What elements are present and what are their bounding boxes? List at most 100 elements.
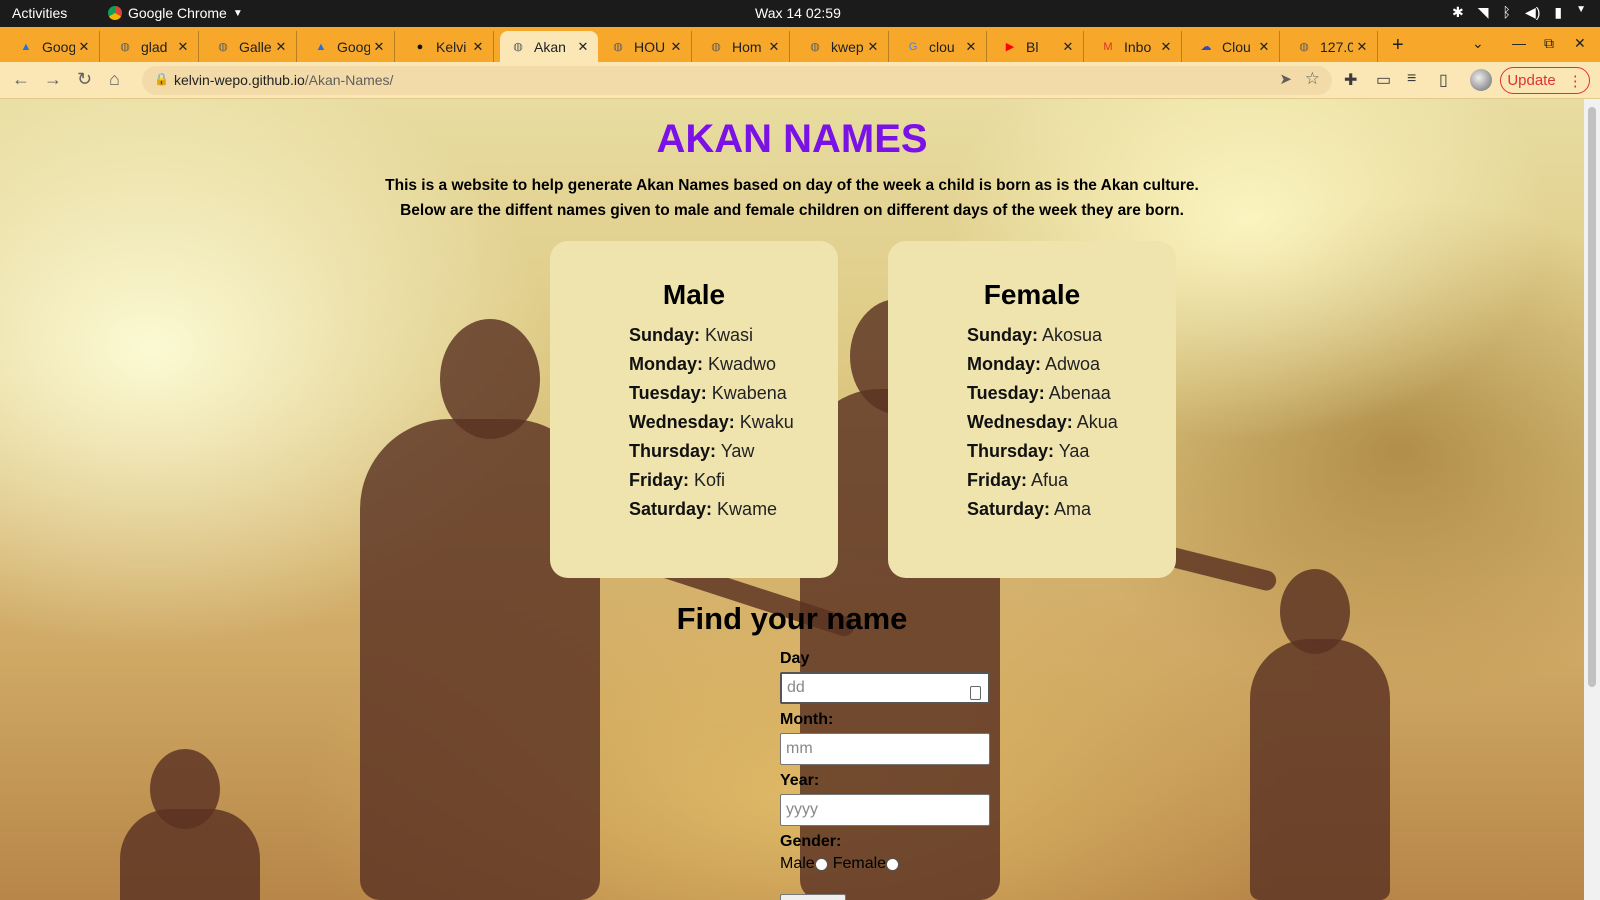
send-tab-icon[interactable]: ➤	[1279, 70, 1292, 88]
close-tab-icon[interactable]: ✕	[1255, 39, 1273, 55]
close-tab-icon[interactable]: ✕	[1059, 39, 1077, 55]
globe-icon: ◍	[711, 41, 721, 53]
akan-name: Adwoa	[1045, 354, 1101, 374]
browser-tab[interactable]: ◍ Galle ✕	[205, 31, 297, 62]
browser-tab[interactable]: ▲ Goog ✕	[303, 31, 395, 62]
extensions-icon[interactable]: ✚	[1344, 70, 1357, 90]
clock[interactable]: Wax 14 02:59	[755, 5, 841, 21]
gender-female-label: Female	[832, 855, 887, 872]
akan-name: Kwadwo	[708, 354, 777, 374]
cloudinary-icon: ☁	[1200, 41, 1212, 53]
chrome-icon	[108, 6, 122, 20]
intro-line-1: This is a website to help generate Akan …	[385, 177, 1199, 194]
close-tab-icon[interactable]: ✕	[1353, 39, 1371, 55]
battery-icon[interactable]: ▮	[1554, 4, 1562, 21]
power-menu-icon[interactable]: ▼	[1576, 4, 1586, 21]
akan-name: Kofi	[694, 470, 726, 490]
name-entry: Monday: Kwadwo	[629, 350, 794, 379]
intro-line-2: Below are the diffent names given to mal…	[400, 202, 1184, 219]
reload-icon[interactable]: ↻	[77, 69, 92, 90]
akan-name: Afua	[1031, 470, 1069, 490]
browser-tab[interactable]: ◍ kwep ✕	[797, 31, 889, 62]
close-tab-icon[interactable]: ✕	[667, 39, 685, 55]
side-panel-icon[interactable]: ▯	[1439, 70, 1448, 90]
day-of-week: Friday:	[629, 470, 690, 490]
volume-icon[interactable]: ◀)	[1525, 4, 1540, 21]
browser-tab[interactable]: ◍ 127.0 ✕	[1286, 31, 1378, 62]
year-input[interactable]	[780, 794, 990, 826]
browser-tab[interactable]: ◍ HOU ✕	[600, 31, 692, 62]
system-tray[interactable]: ✱ ◥ ᛒ ◀) ▮ ▼	[1452, 4, 1586, 21]
tab-title: kwep	[831, 38, 864, 55]
find-name-heading: Find your name	[676, 601, 908, 636]
tab-search-icon[interactable]: ⌄	[1472, 35, 1484, 52]
month-input[interactable]	[780, 733, 990, 765]
profile-avatar[interactable]	[1470, 69, 1492, 91]
close-tab-icon[interactable]: ✕	[574, 39, 592, 55]
forward-icon[interactable]: →	[44, 69, 62, 90]
name-entry: Saturday: Ama	[967, 495, 1118, 524]
browser-tab[interactable]: ▲ Goog ✕	[8, 31, 100, 62]
page-scrollbar[interactable]	[1584, 99, 1600, 900]
close-tab-icon[interactable]: ✕	[174, 39, 192, 55]
close-tab-icon[interactable]: ✕	[765, 39, 783, 55]
back-icon[interactable]: ←	[12, 69, 30, 90]
settings-icon[interactable]: ✱	[1452, 4, 1464, 21]
name-entry: Thursday: Yaw	[629, 437, 794, 466]
browser-tab[interactable]: ☁ Clou ✕	[1188, 31, 1280, 62]
url-text[interactable]: kelvin-wepo.github.io/Akan-Names/	[174, 72, 393, 88]
close-window-icon[interactable]: ✕	[1574, 35, 1586, 52]
female-card-heading: Female	[983, 279, 1081, 310]
female-names-list: Sunday: Akosua Monday: Adwoa Tuesday: Aben…	[967, 321, 1118, 524]
update-button[interactable]: Update ⋮	[1500, 67, 1590, 94]
submit-button[interactable]	[780, 894, 846, 900]
bookmark-star-icon[interactable]: ☆	[1305, 69, 1320, 89]
tab-title: glad	[141, 38, 168, 55]
close-tab-icon[interactable]: ✕	[864, 39, 882, 55]
wifi-icon[interactable]: ◥	[1478, 4, 1489, 21]
akan-name: Yaa	[1058, 441, 1090, 461]
browser-tab[interactable]: Gclou ✕	[895, 31, 987, 62]
bluetooth-icon[interactable]: ᛒ	[1503, 4, 1511, 21]
activities-button[interactable]: Activities	[12, 5, 67, 21]
day-input[interactable]	[780, 672, 990, 704]
tab-title: Bl	[1026, 38, 1039, 55]
day-label: Day	[780, 650, 810, 667]
page-viewport: AKAN NAMES This is a website to help gen…	[0, 99, 1600, 900]
gender-male-radio[interactable]	[814, 857, 828, 871]
akan-name: Kwasi	[705, 325, 754, 345]
cast-icon[interactable]: ▭	[1376, 70, 1391, 90]
media-control-icon[interactable]: ≡	[1407, 70, 1416, 88]
close-tab-icon[interactable]: ✕	[962, 39, 980, 55]
browser-tab[interactable]: ◍ glad ✕	[107, 31, 199, 62]
home-icon[interactable]: ⌂	[109, 69, 120, 90]
close-tab-icon[interactable]: ✕	[272, 39, 290, 55]
minimize-icon[interactable]: —	[1512, 35, 1526, 51]
day-of-week: Wednesday:	[967, 412, 1073, 432]
github-icon: ●	[416, 40, 424, 53]
restore-icon[interactable]: ⧉	[1544, 35, 1554, 52]
gender-female-radio[interactable]	[886, 857, 900, 871]
app-menu[interactable]: Google Chrome ▼	[108, 5, 243, 21]
browser-tab[interactable]: ◍ Akan ✕	[500, 31, 598, 62]
month-label: Month:	[780, 711, 834, 728]
close-tab-icon[interactable]: ✕	[1157, 39, 1175, 55]
number-spinner-icon[interactable]	[970, 686, 981, 700]
globe-icon: ◍	[810, 41, 820, 53]
day-of-week: Thursday:	[967, 441, 1055, 461]
scrollbar-thumb[interactable]	[1588, 107, 1596, 687]
close-tab-icon[interactable]: ✕	[75, 39, 93, 55]
new-tab-icon[interactable]: +	[1392, 34, 1404, 57]
close-tab-icon[interactable]: ✕	[370, 39, 388, 55]
browser-tab[interactable]: ▶ Bl ✕	[992, 31, 1084, 62]
url-domain: kelvin-wepo.github.io	[174, 72, 305, 88]
browser-tab[interactable]: M Inbo ✕	[1090, 31, 1182, 62]
browser-tab[interactable]: ◍ Hom ✕	[698, 31, 790, 62]
close-tab-icon[interactable]: ✕	[469, 39, 487, 55]
name-entry: Friday: Kofi	[629, 466, 794, 495]
address-bar[interactable]: 🔒 kelvin-wepo.github.io/Akan-Names/ ➤ ☆	[142, 66, 1332, 95]
lock-icon[interactable]: 🔒	[154, 72, 169, 86]
browser-tab[interactable]: ● Kelvi ✕	[402, 31, 494, 62]
name-entry: Tuesday: Kwabena	[629, 379, 794, 408]
update-label: Update	[1507, 72, 1556, 89]
